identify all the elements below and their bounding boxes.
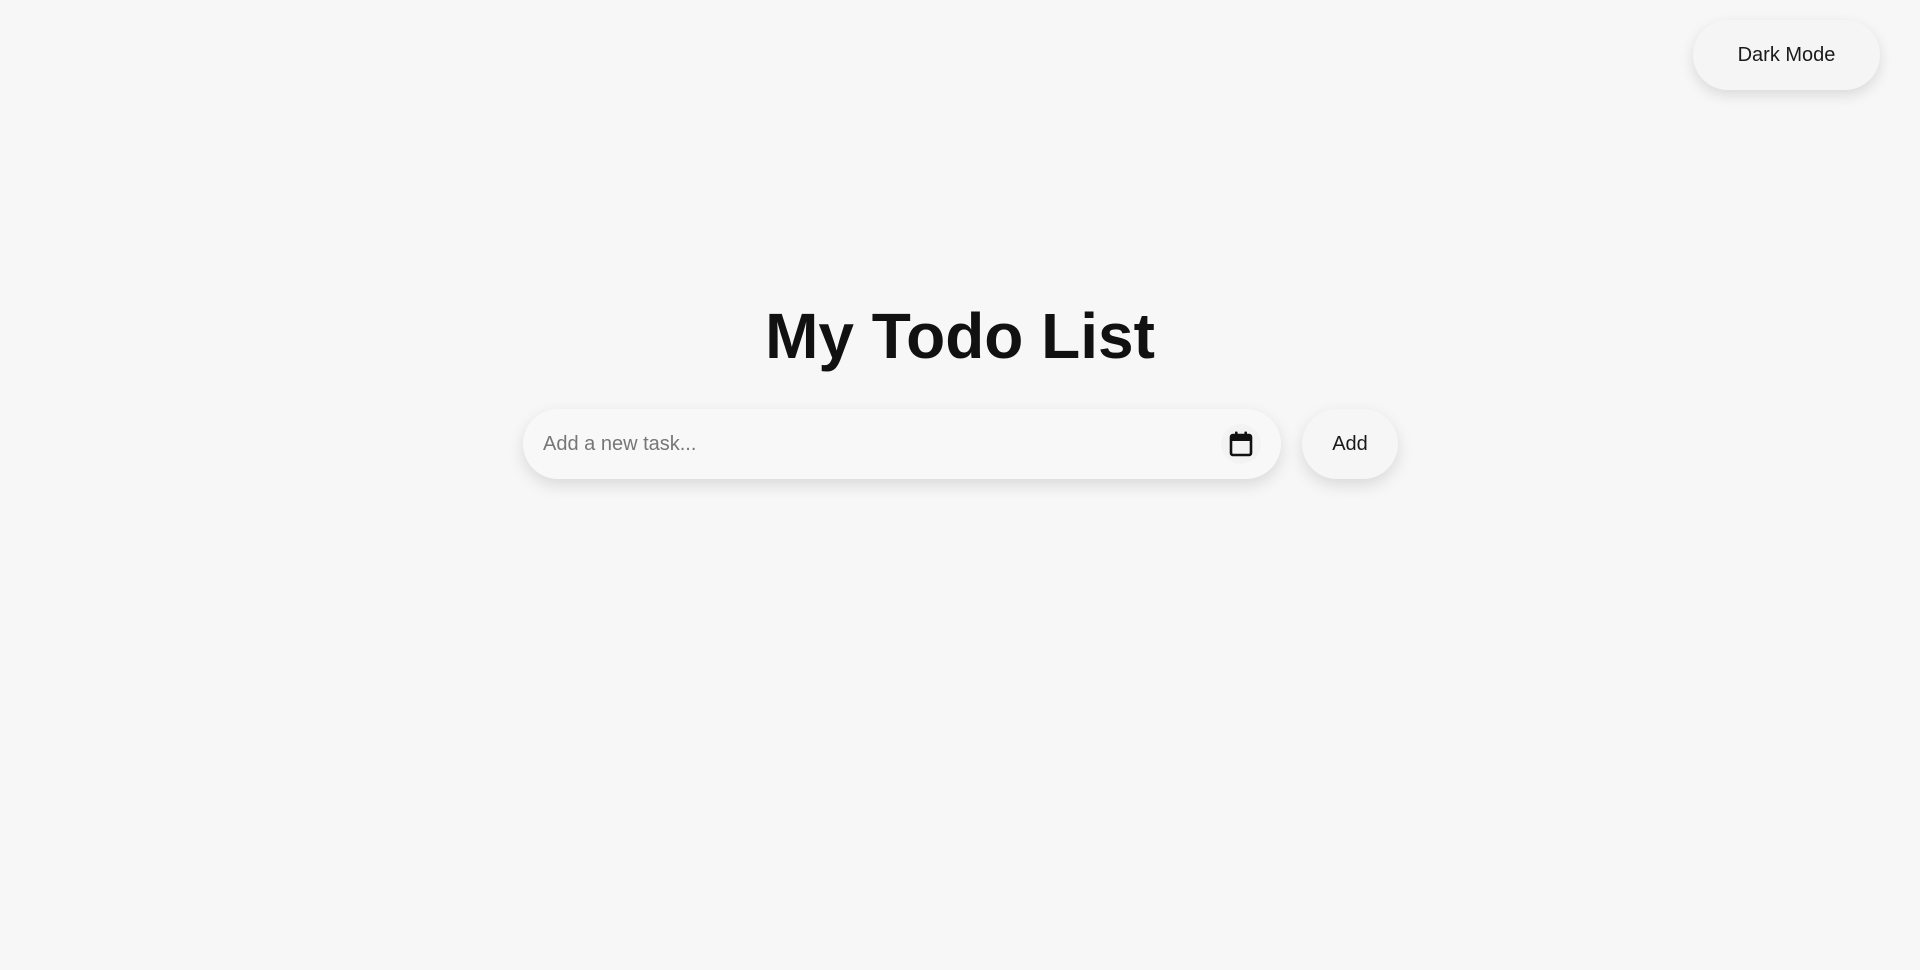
date-picker-button[interactable] (1221, 424, 1261, 464)
task-input-container (523, 409, 1281, 479)
dark-mode-button[interactable]: Dark Mode (1693, 20, 1880, 90)
page-title: My Todo List (765, 300, 1155, 372)
task-input[interactable] (543, 424, 1221, 464)
add-task-button[interactable]: Add (1302, 409, 1398, 479)
todo-app: Dark Mode My Todo List Add (0, 0, 1920, 970)
calendar-icon (1228, 430, 1254, 458)
